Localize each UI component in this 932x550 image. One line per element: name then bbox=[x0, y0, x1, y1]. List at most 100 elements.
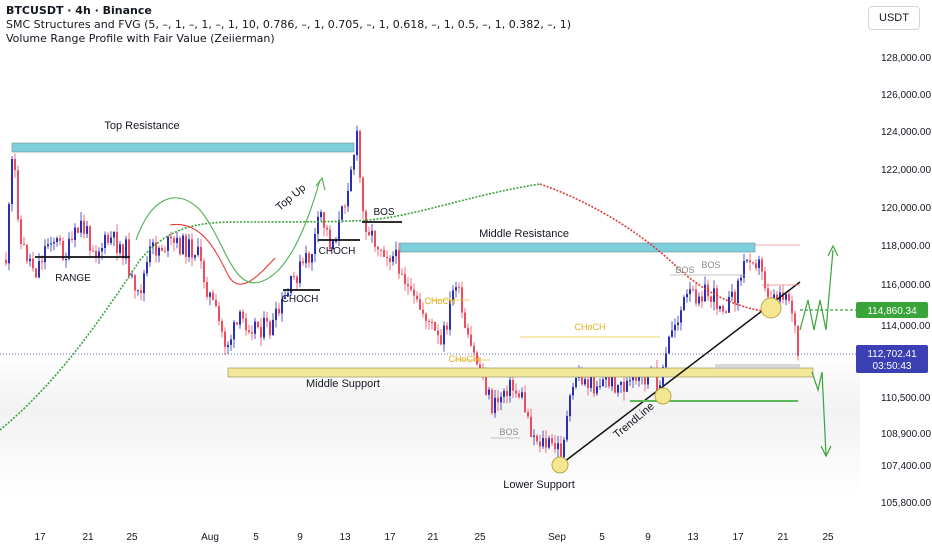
x-tick-label: Sep bbox=[548, 532, 566, 543]
candle-body bbox=[446, 325, 448, 330]
candle-body bbox=[188, 239, 190, 257]
candle-body bbox=[74, 227, 76, 240]
middle-resistance-zone bbox=[399, 242, 756, 253]
candle-body bbox=[569, 395, 571, 417]
candle-body bbox=[596, 386, 598, 394]
candlestick-chart[interactable]: Top Resistance RANGE Top Up CHOCH CHOCH BOS Mi… bbox=[0, 0, 932, 550]
candle-body bbox=[692, 289, 694, 291]
y-tick-label: 108,900.00 bbox=[881, 429, 931, 440]
annotation-label: CHoCH bbox=[574, 322, 605, 332]
candle-body bbox=[527, 412, 529, 417]
annotation-label: Middle Resistance bbox=[479, 228, 569, 240]
candle-body bbox=[416, 295, 418, 300]
annotation-label: Middle Support bbox=[306, 378, 380, 390]
candle-body bbox=[593, 376, 595, 394]
candle-body bbox=[785, 294, 787, 300]
candle-body bbox=[80, 220, 82, 233]
annotation-label: RANGE bbox=[55, 273, 91, 284]
candle-body bbox=[92, 250, 94, 252]
candle-body bbox=[53, 242, 55, 244]
x-tick-label: 17 bbox=[732, 532, 744, 543]
candle-body bbox=[233, 322, 235, 340]
lower-support-circle bbox=[551, 456, 569, 474]
candle-body bbox=[722, 306, 724, 312]
candle-body bbox=[152, 242, 154, 247]
candle-body bbox=[125, 239, 127, 259]
x-tick-label: 25 bbox=[474, 532, 486, 543]
candle-body bbox=[737, 280, 739, 303]
candle-body bbox=[191, 239, 193, 258]
annotation-label: CHoCH bbox=[448, 354, 479, 364]
candle-body bbox=[755, 263, 757, 269]
candle-body bbox=[341, 206, 343, 220]
candle-body bbox=[728, 296, 730, 313]
candle-body bbox=[764, 271, 766, 289]
candle-body bbox=[101, 248, 103, 252]
candle-body bbox=[347, 191, 349, 207]
candle-body bbox=[407, 284, 409, 287]
candle-body bbox=[404, 274, 406, 285]
candle-body bbox=[173, 238, 175, 243]
candle-body bbox=[509, 379, 511, 396]
candle-body bbox=[797, 325, 799, 356]
candle-body bbox=[746, 260, 748, 262]
candle-body bbox=[89, 226, 91, 251]
annotation-label: BOS bbox=[373, 207, 394, 218]
candle-body bbox=[506, 390, 508, 396]
y-tick-label: 110,500.00 bbox=[881, 393, 931, 404]
candle-body bbox=[761, 259, 763, 272]
candle-body bbox=[5, 260, 7, 264]
candle-body bbox=[455, 287, 457, 291]
candle-body bbox=[263, 317, 265, 338]
candle-body bbox=[689, 289, 691, 295]
candle-body bbox=[212, 292, 214, 300]
candle-body bbox=[20, 219, 22, 244]
candle-body bbox=[245, 318, 247, 331]
candle-body bbox=[314, 234, 316, 254]
candle-body bbox=[185, 235, 187, 257]
candle-body bbox=[767, 288, 769, 298]
candle-body bbox=[710, 296, 712, 302]
candle-body bbox=[236, 322, 238, 325]
candle-body bbox=[563, 439, 565, 458]
y-tick-label: 114,000.00 bbox=[881, 321, 931, 332]
candle-body bbox=[68, 238, 70, 259]
annotation-label: BOS bbox=[499, 427, 518, 437]
trendline-break-circle bbox=[760, 297, 782, 319]
candle-body bbox=[59, 238, 61, 241]
candle-body bbox=[119, 244, 121, 253]
candle-body bbox=[275, 308, 277, 320]
candle-body bbox=[536, 435, 538, 442]
candle-body bbox=[323, 212, 325, 228]
candle-body bbox=[320, 212, 322, 217]
candle-body bbox=[467, 327, 469, 335]
candle-body bbox=[422, 309, 424, 314]
x-tick-label: 17 bbox=[384, 532, 396, 543]
candle-body bbox=[110, 237, 112, 243]
candle-body bbox=[38, 261, 40, 278]
candle-body bbox=[137, 290, 139, 292]
y-tick-label: 105,800.00 bbox=[881, 498, 931, 509]
candle-body bbox=[566, 416, 568, 440]
candle-body bbox=[326, 227, 328, 230]
candle-body bbox=[524, 392, 526, 413]
candle-body bbox=[410, 286, 412, 290]
candle-body bbox=[308, 253, 310, 263]
x-tick-label: 25 bbox=[822, 532, 834, 543]
candle-body bbox=[356, 130, 358, 156]
x-tick-label: 9 bbox=[297, 532, 303, 543]
candle-body bbox=[608, 375, 610, 387]
candle-body bbox=[77, 227, 79, 233]
candle-body bbox=[398, 249, 400, 274]
zones-group bbox=[11, 142, 814, 378]
annotation-label: Top Up bbox=[274, 182, 308, 214]
candle-body bbox=[209, 292, 211, 297]
trendline-touch-circle bbox=[654, 387, 672, 405]
candle-body bbox=[104, 234, 106, 248]
candle-body bbox=[671, 330, 673, 337]
candle-body bbox=[548, 438, 550, 448]
candle-body bbox=[254, 321, 256, 334]
candle-body bbox=[107, 234, 109, 243]
candle-body bbox=[167, 236, 169, 251]
candle-body bbox=[530, 416, 532, 437]
